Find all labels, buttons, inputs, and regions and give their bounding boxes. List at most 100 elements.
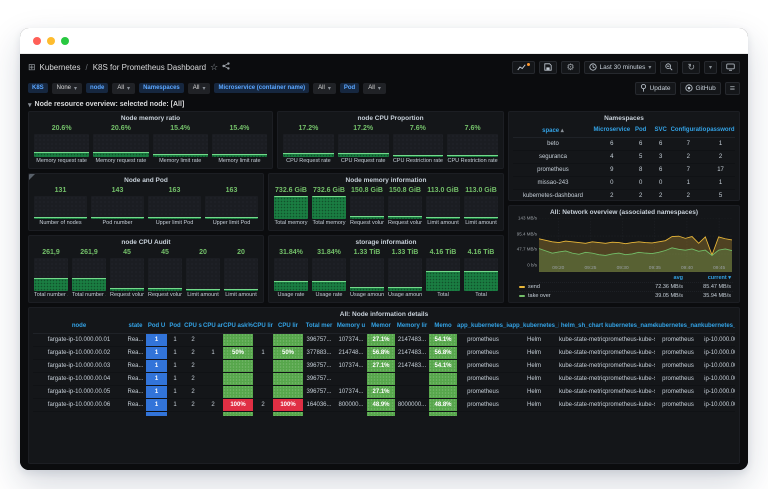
dashboard-title[interactable]: K8S for Prometheus Dashboard (93, 63, 206, 72)
filter-microservice-container-name-value[interactable]: All ▾ (313, 82, 336, 94)
node-details-col-kubernetes-node[interactable]: kubernetes_node (701, 320, 735, 334)
node-details-col-app-kubernetes-io-nc[interactable]: app_kubernetes_io_nc (509, 320, 559, 334)
node-details-col-state[interactable]: state (125, 320, 146, 334)
menu-button[interactable]: ≡ (724, 81, 740, 95)
namespaces-cell: 0 (650, 176, 671, 190)
gauge-label: CPU Request rate (286, 158, 331, 164)
zoom-out-time-button[interactable] (660, 60, 679, 74)
node-details-cell: Rea... (125, 385, 146, 399)
gauge-value: 261,9 (80, 249, 98, 256)
legend-col-avg[interactable]: avg (637, 275, 685, 281)
panel-title-namespaces[interactable]: Namespaces (513, 114, 735, 124)
node-details-col-node[interactable]: node (33, 320, 125, 334)
node-details-cell: prometheus (457, 372, 509, 386)
namespaces-col-pod[interactable]: Pod (630, 124, 651, 138)
node-details-col-memo[interactable]: Memo (429, 320, 457, 334)
minimize-window-button[interactable] (47, 36, 55, 45)
node-details-col-pod-u[interactable]: Pod U (146, 320, 167, 334)
bar-gauge: 20.6% Memory request rate (34, 124, 90, 165)
kiosk-mode-button[interactable] (721, 60, 740, 74)
chart-legend: avg current ▾ send 72.36 MB/s 85.47 MB/s take… (513, 273, 735, 300)
node-details-col-kubernetes-name[interactable]: kubernetes_name (605, 320, 655, 334)
node-details-col-memory-u[interactable]: Memory u (335, 320, 367, 334)
node-details-cell: 2 (183, 346, 203, 360)
namespaces-table: space ▴ Microservice Pod SVC Configuration pa… (513, 124, 735, 198)
gauge-fill (34, 278, 68, 291)
panel-title-memory-ratio[interactable]: Node memory ratio (33, 114, 268, 124)
gauge-bar (447, 134, 498, 157)
node-details-col-cpu-ask-[interactable]: CPU ask% (223, 320, 253, 334)
node-details-col-pod[interactable]: Pod (167, 320, 183, 334)
panel-title-node-pod[interactable]: Node and Pod (33, 176, 259, 186)
namespaces-col-microservice[interactable]: Microservice (592, 124, 631, 138)
namespaces-cell: kubernetes-dashboard (513, 189, 593, 198)
node-details-cell (223, 411, 253, 416)
chevron-down-icon: ▾ (202, 85, 206, 92)
panel-title-memory-info[interactable]: Node memory information (273, 176, 499, 186)
namespaces-col-svc[interactable]: SVC (650, 124, 671, 138)
node-details-col-cpu-ar[interactable]: CPU ar (203, 320, 223, 334)
legend-series-send[interactable]: send (519, 284, 637, 290)
node-details-cell: Rea... (125, 359, 146, 373)
node-details-col-cpu-s[interactable]: CPU s (183, 320, 203, 334)
node-details-cell: ip-10.000.00.04 (701, 372, 735, 386)
filter-namespaces-label[interactable]: Namespaces (139, 83, 184, 93)
gauge-fill (274, 280, 308, 291)
node-details-col-cpu-lir[interactable]: CPU lir (273, 320, 303, 334)
node-details-col-kubernetes-namespac[interactable]: kubernetes_namespac (655, 320, 701, 334)
star-icon[interactable]: ☆ (210, 62, 218, 72)
legend-row: take over 39.05 MB/s 35.94 MB/s (519, 291, 733, 300)
node-details-cell: Rea... (125, 398, 146, 412)
node-details-col-memor[interactable]: Memor (367, 320, 395, 334)
gauge-value: 732.6 GiB (313, 187, 345, 194)
bar-gauge: 45 Request volume (148, 248, 182, 299)
filter-node-label[interactable]: node (86, 83, 109, 93)
node-details-col-app-kubernetes-io-ins[interactable]: app_kubernetes_io_ins (457, 320, 509, 334)
legend-col-current[interactable]: current ▾ (685, 275, 733, 281)
node-details-col-helm-sh-chart[interactable]: helm_sh_chart (559, 320, 605, 334)
breadcrumb-folder[interactable]: Kubernetes (40, 63, 81, 72)
refresh-interval-button[interactable]: ▾ (703, 60, 717, 74)
network-plot[interactable] (539, 218, 732, 273)
time-range-picker[interactable]: Last 30 minutes ▾ (583, 60, 657, 74)
filter-node-value[interactable]: All ▾ (112, 82, 136, 94)
row-node-resource-overview[interactable]: ▾ Node resource overview: selected node:… (28, 98, 740, 111)
settings-gear-button[interactable]: ⚙ (561, 60, 580, 74)
namespaces-col-space[interactable]: space ▴ (513, 124, 593, 138)
namespaces-col-password[interactable]: password (706, 124, 735, 138)
node-details-col-memory-lir[interactable]: Memory lir (395, 320, 429, 334)
panel-title-cpu-audit[interactable]: node CPU Audit (33, 238, 259, 248)
namespaces-cell: 1 (706, 137, 735, 151)
node-details-col-cpu-lir[interactable]: CPU lir (253, 320, 273, 334)
share-icon[interactable] (222, 62, 230, 72)
update-link-button[interactable]: Update (634, 81, 676, 95)
namespaces-col-configuration[interactable]: Configuration (670, 124, 707, 138)
panel-title-node-information-details[interactable]: All: Node information details (33, 310, 735, 320)
filter-pod-value[interactable]: All ▾ (363, 82, 386, 94)
filter-pod-label[interactable]: Pod (339, 83, 360, 93)
panel-title-network-overview[interactable]: All: Network overview (associated namesp… (513, 208, 735, 218)
gauge-fill (34, 217, 87, 219)
legend-series-take-over[interactable]: take over (519, 293, 637, 299)
filter-microservice-container-name-label[interactable]: Microservice (container name) (214, 83, 310, 93)
node-details-col-total-mer[interactable]: Total mer (303, 320, 335, 334)
node-details-cell: 2147483... (395, 333, 429, 347)
github-link-button[interactable]: GitHub (679, 81, 721, 95)
panel-info-corner[interactable] (29, 174, 35, 180)
gauge-label: Total memory (312, 220, 346, 226)
filter-k8s-label[interactable]: K8S (28, 83, 48, 93)
filter-namespaces-value[interactable]: All ▾ (187, 82, 211, 94)
zoom-window-button[interactable] (61, 36, 69, 45)
filter-k8s-value[interactable]: None ▾ (51, 82, 83, 94)
close-window-button[interactable] (33, 36, 41, 45)
panel-title-storage[interactable]: storage information (273, 238, 499, 248)
namespaces-cell: 7 (670, 163, 707, 177)
refresh-button[interactable]: ↻ (682, 60, 700, 74)
node-details-cell: prometheus (457, 346, 509, 360)
apps-grid-icon[interactable]: ⊞ (28, 62, 36, 72)
node-details-cell (395, 411, 429, 416)
panel-title-cpu-proportion[interactable]: node CPU Proportion (282, 114, 499, 124)
gauge-label: Limit amount (187, 292, 219, 298)
save-dashboard-button[interactable] (539, 60, 558, 74)
insights-button[interactable] (512, 60, 536, 74)
